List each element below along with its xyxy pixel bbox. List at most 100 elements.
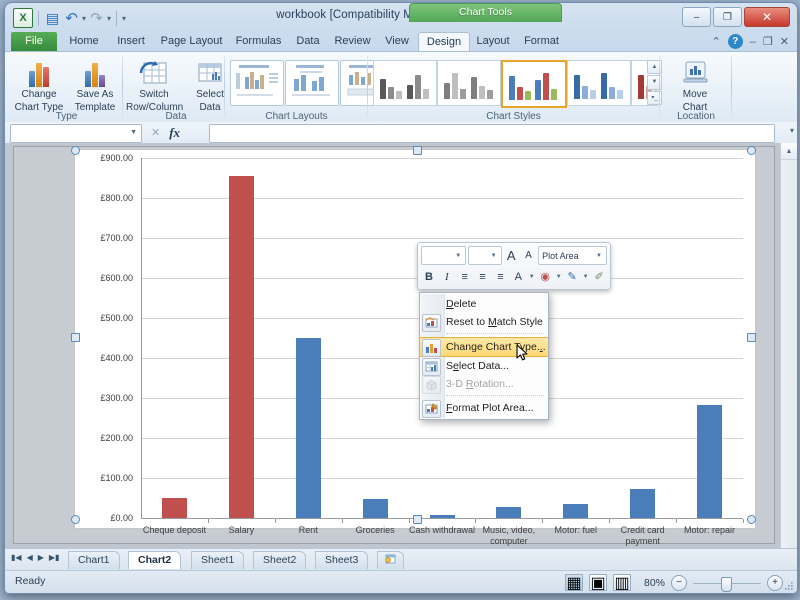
plot-handle-top-left[interactable] [71,146,80,155]
zoom-level-label[interactable]: 80% [637,577,665,589]
page-layout-view-button[interactable]: ▣ [589,574,607,592]
format-painter-button[interactable]: ✐ [591,268,607,286]
mini-toolbar[interactable]: ▼ ▼ A A Plot Area ▼ B I ≡ ≡ ≡ A ▼ ◉ ▼ ✎ … [417,242,611,290]
save-as-template-button[interactable]: Save As Template [67,57,123,113]
sheet-tab-chart2[interactable]: Chart2 [128,551,182,569]
tab-data[interactable]: Data [289,32,327,52]
fill-color-button[interactable]: ◉ [537,268,553,286]
next-sheet-icon[interactable]: ▶ [38,553,44,562]
font-name-dropdown-icon[interactable]: ▼ [454,253,462,259]
sheet-nav-buttons[interactable]: ▮◀ ◀ ▶ ▶▮ [11,553,59,562]
font-name-field[interactable]: ▼ [421,246,467,265]
shape-selector-dropdown-icon[interactable]: ▼ [595,253,603,259]
vertical-scrollbar[interactable]: ▲ [780,143,797,548]
prev-sheet-icon[interactable]: ◀ [27,553,33,562]
category-axis[interactable] [141,518,743,519]
name-box[interactable]: ▼ [10,124,142,143]
last-sheet-icon[interactable]: ▶▮ [49,553,60,562]
first-sheet-icon[interactable]: ▮◀ [11,553,22,562]
grow-font-icon[interactable]: A [504,247,519,265]
align-right-button[interactable]: ≡ [493,268,509,286]
cancel-formula-icon[interactable]: ✕ [151,126,160,139]
bold-button[interactable]: B [421,268,437,286]
plot-area[interactable]: £0.00 £100.00 £200.00 £300.00 £400.00 £500.00… [75,150,755,546]
fill-color-dropdown-icon[interactable]: ▼ [555,274,562,280]
restore-button[interactable]: ❐ [713,7,742,27]
chart-style-option-4[interactable] [567,60,631,106]
tab-insert[interactable]: Insert [109,32,153,52]
align-center-button[interactable]: ≡ [475,268,491,286]
sheet-tab-chart1[interactable]: Chart1 [68,551,120,569]
plot-handle-bottom-left[interactable] [71,515,80,524]
menu-item-format-plot-area[interactable]: Format Plot Area... [420,399,548,418]
tab-layout[interactable]: Layout [470,32,516,52]
chart-bar[interactable] [496,507,522,518]
shape-outline-button[interactable]: ✎ [564,268,580,286]
tab-formulas[interactable]: Formulas [230,32,287,52]
plot-handle-middle-right[interactable] [747,333,756,342]
chart-style-option-3-selected[interactable] [501,60,567,108]
chart-bar[interactable] [295,338,321,518]
insert-worksheet-icon[interactable] [377,551,404,569]
tab-file[interactable]: File [11,32,57,52]
resize-grip-icon[interactable] [784,581,794,591]
tab-page-layout[interactable]: Page Layout [155,32,228,52]
expand-formula-bar-icon[interactable]: ▾ [790,126,794,135]
scroll-up-icon[interactable]: ▲ [781,143,797,160]
chart-style-option-2[interactable] [437,60,501,106]
menu-item-delete[interactable]: Delete [420,295,548,313]
zoom-slider-thumb[interactable] [721,576,732,592]
plot-handle-bottom-center[interactable] [413,515,422,524]
font-size-field[interactable]: ▼ [468,246,502,265]
align-left-button[interactable]: ≡ [457,268,473,286]
tab-home[interactable]: Home [61,32,107,52]
sheet-tab-sheet1[interactable]: Sheet1 [191,551,245,569]
tab-view[interactable]: View [378,32,416,52]
shrink-font-icon[interactable]: A [521,247,536,265]
window-title: workbook [Compatibility Mode] - Microsof… [276,9,526,21]
chart-style-option-1[interactable] [373,60,437,106]
menu-item-reset-to-match-style[interactable]: Reset to Match Style [420,313,548,332]
ribbon-group-location: Move Chart Location [663,52,729,123]
sheet-tab-sheet2[interactable]: Sheet2 [253,551,307,569]
close-button[interactable]: ✕ [744,7,790,27]
change-chart-type-button[interactable]: Change Chart Type [11,57,67,113]
plot-handle-top-center[interactable] [413,146,422,155]
formula-input[interactable] [209,124,775,143]
chart-bar[interactable] [429,514,455,518]
context-menu[interactable]: Delete Reset to Match Style Change Chart T… [419,292,549,420]
chart-layout-option-1[interactable] [230,60,284,106]
font-size-dropdown-icon[interactable]: ▼ [490,253,498,259]
plot-handle-middle-left[interactable] [71,333,80,342]
chart-area[interactable]: £0.00 £100.00 £200.00 £300.00 £400.00 £500.00… [71,146,756,546]
insert-function-icon[interactable]: fx [169,125,180,141]
tab-review[interactable]: Review [329,32,376,52]
tab-format[interactable]: Format [518,32,565,52]
minimize-button[interactable]: – [682,7,711,27]
zoom-out-button[interactable]: − [671,574,687,591]
normal-view-button[interactable]: ▦ [565,574,583,592]
page-break-preview-button[interactable]: ▥ [613,574,631,592]
shape-outline-dropdown-icon[interactable]: ▼ [582,274,589,280]
tab-design[interactable]: Design [418,32,470,53]
chart-bar[interactable] [161,498,187,518]
chart-bar[interactable] [697,405,723,518]
zoom-slider[interactable] [693,576,761,592]
chart-layout-option-2[interactable] [285,60,339,106]
name-box-dropdown-icon[interactable]: ▼ [130,129,137,136]
italic-button[interactable]: I [439,268,455,286]
font-color-button[interactable]: A [510,268,526,286]
chart-bar[interactable] [630,489,656,518]
move-chart-button[interactable]: Move Chart [667,57,723,113]
chart-bar[interactable] [362,498,388,518]
switch-row-column-button[interactable]: Switch Row/Column [126,57,183,113]
sheet-tab-sheet3[interactable]: Sheet3 [315,551,369,569]
font-color-dropdown-icon[interactable]: ▼ [528,274,535,280]
zoom-in-button[interactable]: + [767,574,783,591]
value-axis[interactable] [141,158,142,518]
chart-bar[interactable] [228,176,254,518]
chart-bar[interactable] [563,503,589,518]
plot-handle-bottom-right[interactable] [747,515,756,524]
plot-handle-top-right[interactable] [747,146,756,155]
shape-selector-field[interactable]: Plot Area ▼ [538,246,608,265]
